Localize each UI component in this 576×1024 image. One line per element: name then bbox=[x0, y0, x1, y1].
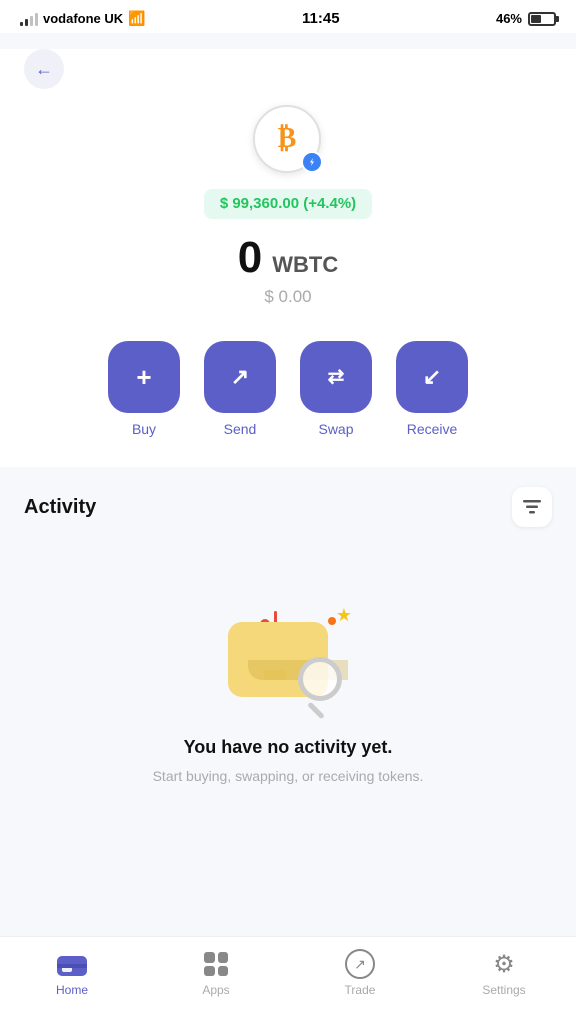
swap-icon: ⇄ bbox=[328, 367, 345, 387]
apps-icon-wrapper bbox=[198, 949, 234, 979]
magnifier-handle bbox=[307, 702, 325, 720]
swap-label: Swap bbox=[318, 421, 353, 437]
magnifier-icon bbox=[298, 657, 358, 717]
nav-item-apps[interactable]: Apps bbox=[144, 949, 288, 997]
coin-section: ₿ $ 99,360.00 (+4.4%) 0 WBTC $ 0.00 bbox=[0, 105, 576, 341]
nav-item-settings[interactable]: ⚙ Settings bbox=[432, 949, 576, 997]
swap-button[interactable]: ⇄ bbox=[300, 341, 372, 413]
send-action[interactable]: ↗ Send bbox=[204, 341, 276, 437]
balance-amount: 0 bbox=[238, 233, 262, 283]
apps-icon bbox=[204, 952, 228, 976]
empty-state: ★ You have no activity yet. Start buying… bbox=[24, 557, 552, 797]
nav-apps-label: Apps bbox=[202, 983, 229, 997]
status-time: 11:45 bbox=[302, 10, 340, 27]
coin-icon-wrapper: ₿ bbox=[253, 105, 323, 175]
send-label: Send bbox=[224, 421, 257, 437]
balance-usd: $ 0.00 bbox=[264, 287, 311, 307]
send-icon: ↗ bbox=[231, 366, 249, 388]
plus-icon: + bbox=[136, 364, 151, 390]
nav-item-trade[interactable]: ↗ Trade bbox=[288, 949, 432, 997]
send-button[interactable]: ↗ bbox=[204, 341, 276, 413]
receive-action[interactable]: ↙ Receive bbox=[396, 341, 468, 437]
status-bar: vodafone UK 📶 11:45 46% bbox=[0, 0, 576, 33]
back-button[interactable]: ← bbox=[24, 49, 64, 89]
activity-section: Activity ★ bbox=[0, 467, 576, 817]
battery-icon bbox=[528, 12, 556, 26]
receive-icon: ↙ bbox=[423, 366, 441, 388]
home-icon-wrapper bbox=[54, 949, 90, 979]
filter-icon bbox=[523, 500, 541, 514]
back-arrow-icon: ← bbox=[35, 59, 53, 80]
balance-symbol: WBTC bbox=[272, 252, 338, 278]
receive-button[interactable]: ↙ bbox=[396, 341, 468, 413]
wifi-icon: 📶 bbox=[128, 10, 145, 27]
activity-title: Activity bbox=[24, 496, 96, 519]
balance-row: 0 WBTC bbox=[238, 233, 338, 283]
main-content: ← ₿ $ 99,360.00 (+4.4%) 0 WBTC $ 0.00 bbox=[0, 49, 576, 467]
buy-label: Buy bbox=[132, 421, 156, 437]
coin-price: $ 99,360.00 (+4.4%) bbox=[220, 195, 356, 212]
lightning-icon bbox=[306, 156, 318, 168]
settings-icon-wrapper: ⚙ bbox=[486, 949, 522, 979]
status-left: vodafone UK 📶 bbox=[20, 10, 146, 27]
price-badge: $ 99,360.00 (+4.4%) bbox=[204, 189, 372, 219]
wallet-chip bbox=[264, 670, 286, 680]
carrier-label: vodafone UK bbox=[43, 11, 123, 26]
nav-settings-label: Settings bbox=[482, 983, 525, 997]
empty-title: You have no activity yet. bbox=[184, 737, 393, 758]
empty-subtitle: Start buying, swapping, or receiving tok… bbox=[153, 766, 424, 787]
bottom-nav: Home Apps ↗ Trade ⚙ Settings bbox=[0, 936, 576, 1024]
home-icon bbox=[55, 950, 89, 978]
filter-button[interactable] bbox=[512, 487, 552, 527]
trade-icon-wrapper: ↗ bbox=[342, 949, 378, 979]
buy-action[interactable]: + Buy bbox=[108, 341, 180, 437]
magnifier-circle bbox=[298, 657, 342, 701]
decor-star: ★ bbox=[336, 605, 352, 626]
actions-row: + Buy ↗ Send ⇄ Swap ↙ Receive bbox=[0, 341, 576, 467]
status-right: 46% bbox=[496, 11, 556, 26]
btc-icon: ₿ bbox=[278, 123, 297, 155]
settings-icon: ⚙ bbox=[493, 950, 515, 979]
swap-action[interactable]: ⇄ Swap bbox=[300, 341, 372, 437]
battery-pct-label: 46% bbox=[496, 11, 522, 26]
empty-illustration: ★ bbox=[208, 567, 368, 717]
decor-dot-orange bbox=[328, 617, 336, 625]
nav-item-home[interactable]: Home bbox=[0, 949, 144, 997]
nav-home-label: Home bbox=[56, 983, 88, 997]
receive-label: Receive bbox=[407, 421, 458, 437]
signal-icon bbox=[20, 12, 38, 26]
nav-trade-label: Trade bbox=[345, 983, 376, 997]
coin-badge-icon bbox=[301, 151, 323, 173]
trade-icon: ↗ bbox=[345, 949, 375, 979]
activity-header: Activity bbox=[24, 487, 552, 527]
buy-button[interactable]: + bbox=[108, 341, 180, 413]
